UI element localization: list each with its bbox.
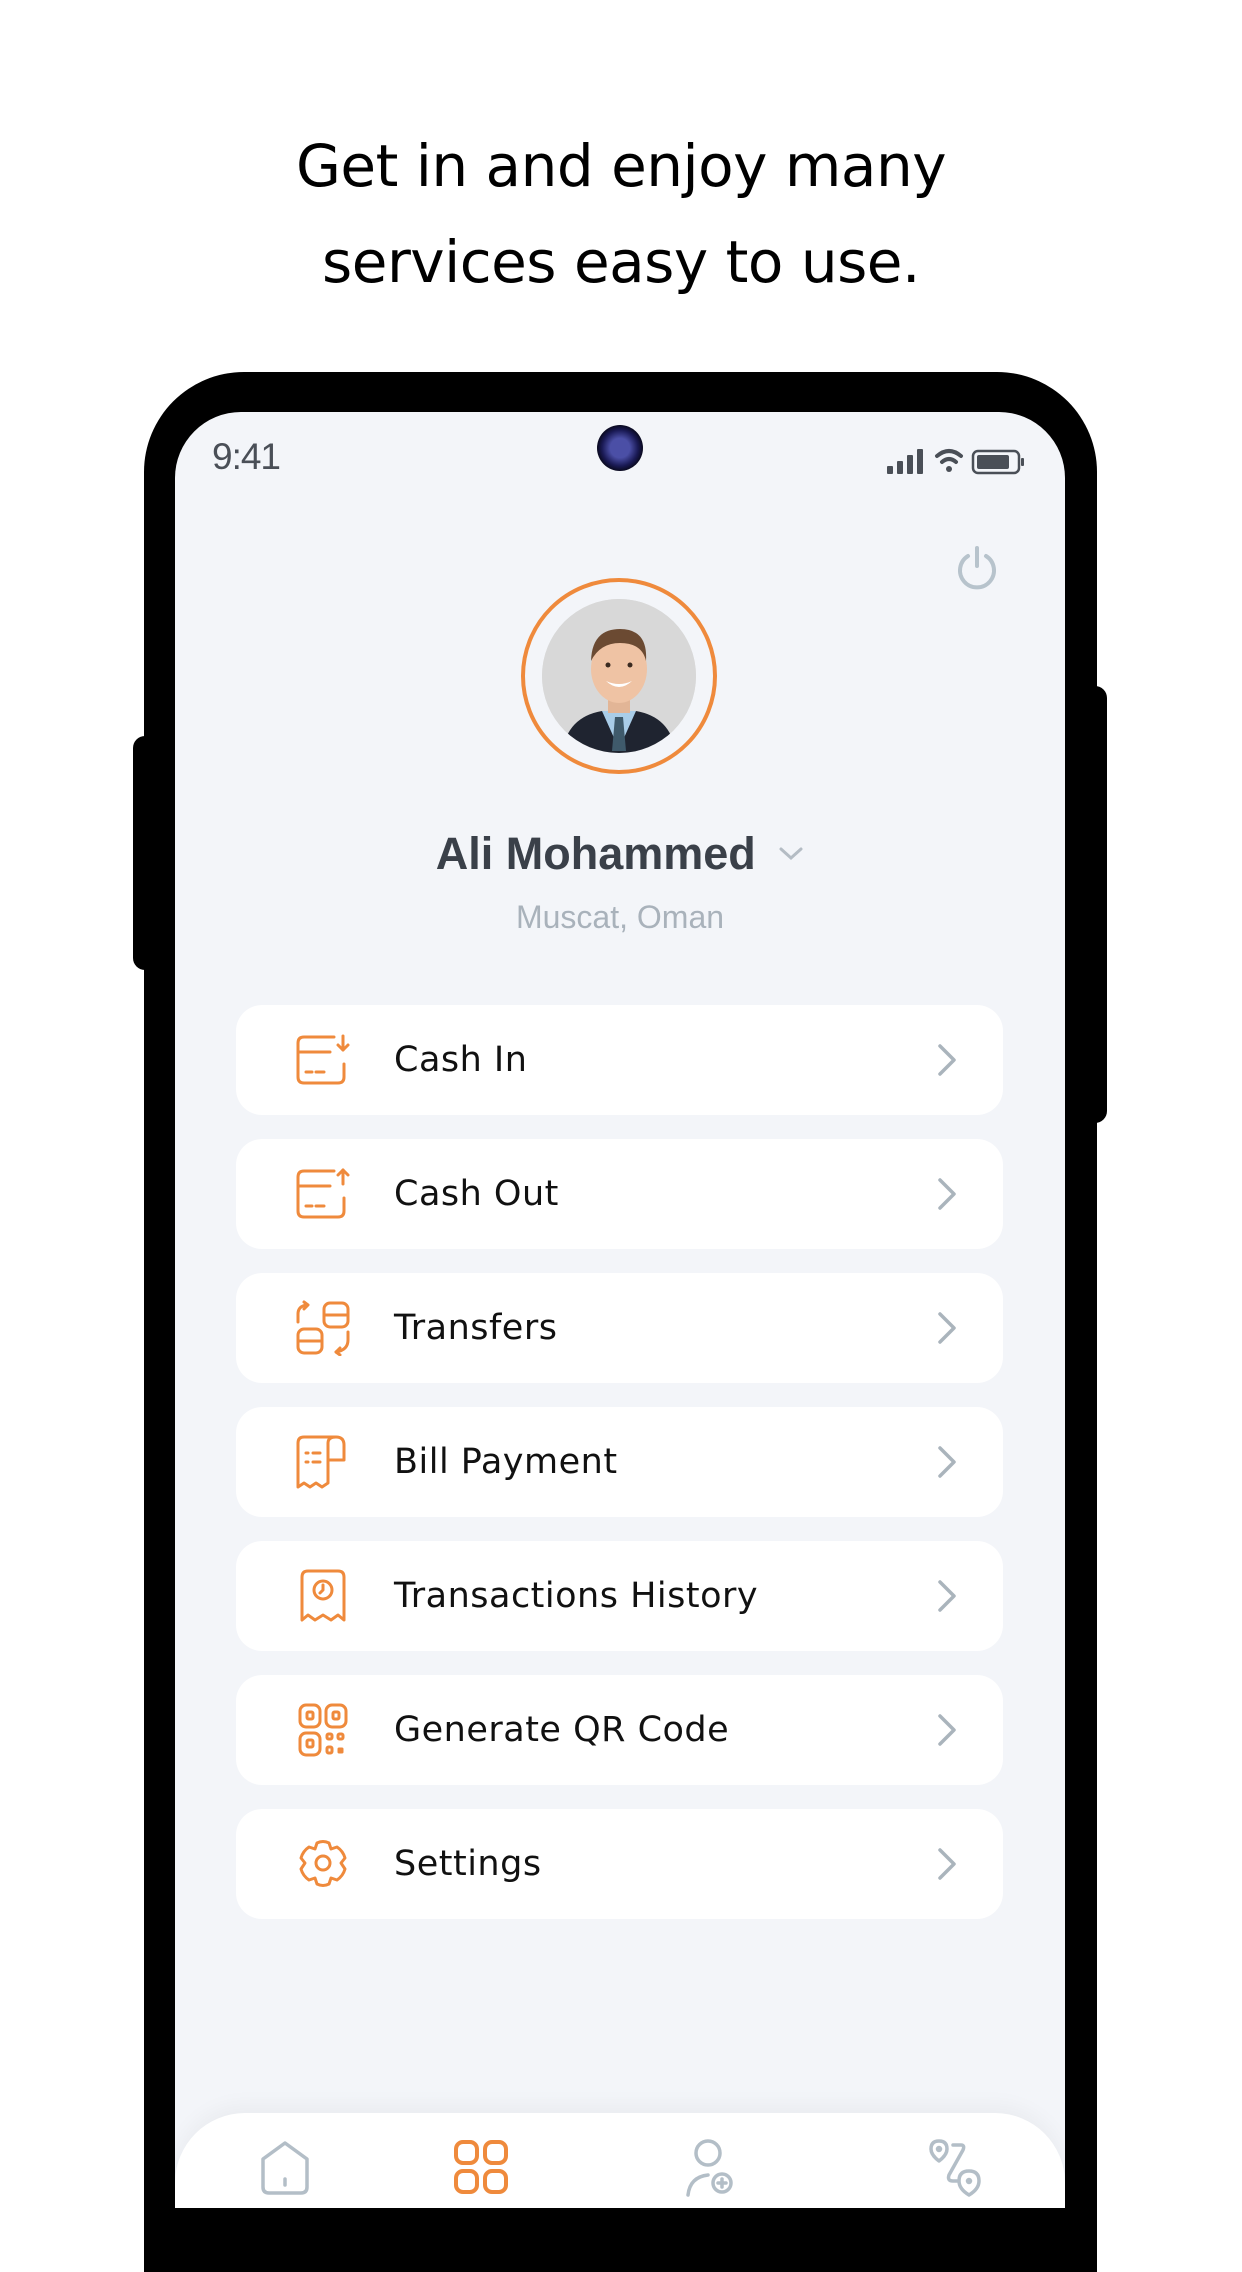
- power-icon[interactable]: [953, 544, 1001, 592]
- chevron-down-icon[interactable]: [778, 846, 804, 862]
- avatar-photo: [542, 599, 696, 753]
- phone-screen: 9:41 Ali Mohammed Muscat, Oman Cash In C…: [175, 412, 1065, 2208]
- bill-payment-icon: [296, 1435, 346, 1489]
- signal-icon: [887, 449, 923, 474]
- menu-item-bill-payment[interactable]: Bill Payment: [236, 1407, 1003, 1517]
- chevron-right-icon: [938, 1714, 956, 1746]
- wifi-icon: [935, 449, 963, 472]
- profile-name-row[interactable]: Ali Mohammed: [175, 828, 1065, 880]
- transactions-history-icon: [300, 1569, 346, 1622]
- battery-icon: [971, 449, 1024, 475]
- menu-item-cash-in[interactable]: Cash In: [236, 1005, 1003, 1115]
- nav-route-icon[interactable]: [925, 2137, 985, 2197]
- menu-item-label: Transfers: [394, 1308, 558, 1348]
- avatar[interactable]: [542, 599, 696, 753]
- cash-in-icon: [296, 1034, 350, 1085]
- menu-item-settings[interactable]: Settings: [236, 1809, 1003, 1919]
- headline: Get in and enjoy many services easy to u…: [0, 118, 1242, 310]
- menu-item-transfers[interactable]: Transfers: [236, 1273, 1003, 1383]
- menu-item-label: Generate QR Code: [394, 1710, 730, 1750]
- headline-line-2: services easy to use.: [322, 228, 920, 296]
- services-menu: Cash In Cash Out Transfers Bill Payment …: [236, 1005, 1003, 1943]
- menu-item-transactions-history[interactable]: Transactions History: [236, 1541, 1003, 1651]
- chevron-right-icon: [938, 1446, 956, 1478]
- chevron-right-icon: [938, 1580, 956, 1612]
- menu-item-generate-qr-code[interactable]: Generate QR Code: [236, 1675, 1003, 1785]
- menu-item-label: Cash In: [394, 1040, 528, 1080]
- chevron-right-icon: [938, 1178, 956, 1210]
- profile-location: Muscat, Oman: [515, 899, 725, 935]
- chevron-right-icon: [938, 1312, 956, 1344]
- front-camera: [597, 425, 643, 471]
- avatar-ring[interactable]: [521, 578, 717, 774]
- bottom-nav: [175, 2113, 1065, 2208]
- menu-item-label: Transactions History: [394, 1576, 759, 1616]
- nav-services-grid-icon[interactable]: [451, 2137, 511, 2197]
- settings-icon: [299, 1840, 347, 1887]
- profile-name: Ali Mohammed: [435, 828, 756, 879]
- qr-code-icon: [298, 1703, 348, 1757]
- status-time: 9:41: [212, 436, 281, 477]
- nav-home-icon[interactable]: [255, 2137, 315, 2197]
- transfers-icon: [296, 1300, 350, 1356]
- headline-line-1: Get in and enjoy many: [295, 132, 947, 200]
- nav-add-user-icon[interactable]: [682, 2137, 742, 2197]
- menu-item-label: Settings: [394, 1844, 542, 1884]
- chevron-right-icon: [938, 1044, 956, 1076]
- cash-out-icon: [296, 1168, 350, 1219]
- menu-item-label: Cash Out: [394, 1174, 559, 1214]
- menu-item-cash-out[interactable]: Cash Out: [236, 1139, 1003, 1249]
- chevron-right-icon: [938, 1848, 956, 1880]
- menu-item-label: Bill Payment: [394, 1442, 618, 1482]
- status-icons: [887, 449, 1024, 475]
